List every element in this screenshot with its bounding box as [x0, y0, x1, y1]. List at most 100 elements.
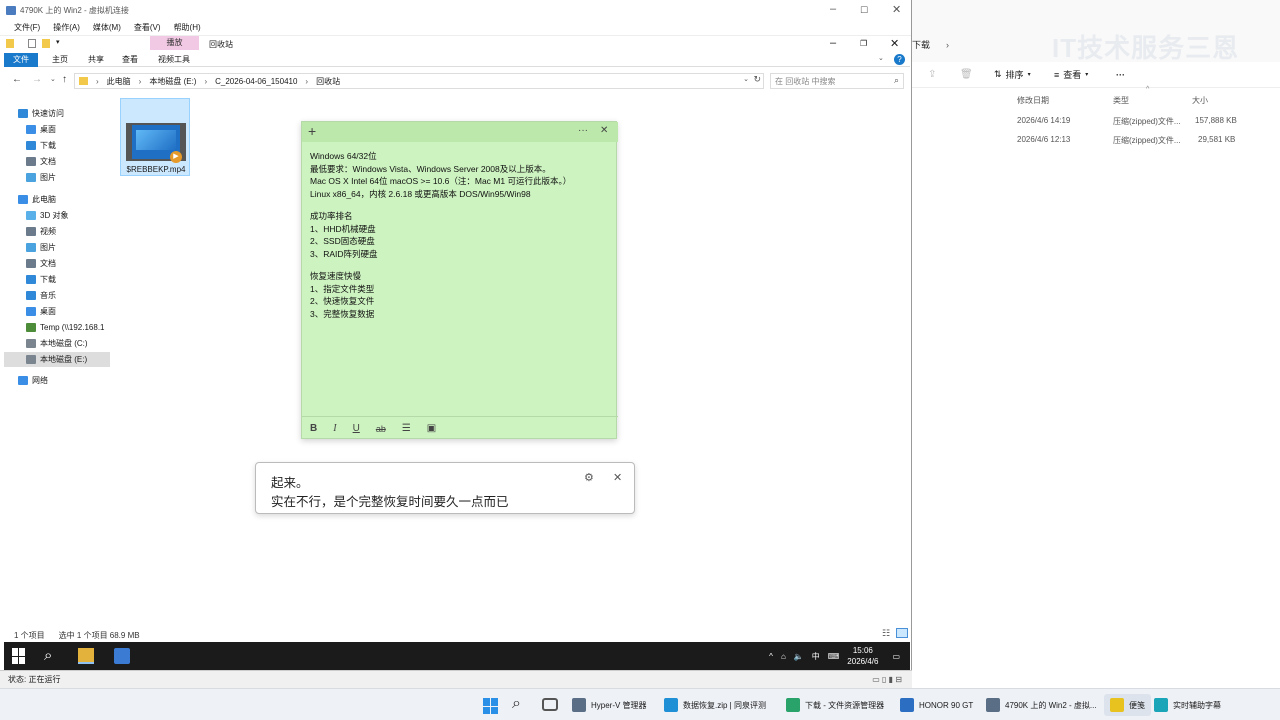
- sidebar-item[interactable]: Temp (\\192.168.1: [4, 320, 110, 335]
- file-explorer-icon[interactable]: [78, 648, 94, 664]
- tab-file[interactable]: 文件: [4, 53, 38, 67]
- sidebar-item[interactable]: 3D 对象: [4, 208, 110, 223]
- column-date[interactable]: 修改日期: [1017, 95, 1049, 106]
- start-icon[interactable]: [483, 698, 499, 714]
- column-type[interactable]: 类型: [1113, 95, 1129, 106]
- more-options-icon[interactable]: ···: [578, 125, 588, 136]
- share-icon[interactable]: ⇪: [928, 69, 936, 80]
- sort-button[interactable]: ⇅ 排序 ▾: [994, 68, 1031, 81]
- breadcrumb-this-pc[interactable]: 此电脑: [107, 76, 131, 87]
- breadcrumb-folder[interactable]: C_2026-04-06_150410: [215, 77, 297, 86]
- keyboard-icon[interactable]: ⌨: [828, 652, 840, 661]
- taskbar-item[interactable]: 4790K 上的 Win2 - 虚拟...: [986, 697, 1097, 713]
- clock[interactable]: 15:06 2026/4/6: [847, 645, 878, 667]
- close-icon[interactable]: ✕: [613, 471, 622, 484]
- new-folder-icon[interactable]: [42, 39, 50, 48]
- search-icon[interactable]: ⌕: [44, 648, 60, 664]
- column-size[interactable]: 大小: [1192, 95, 1208, 106]
- tab-view[interactable]: 查看: [118, 53, 142, 67]
- menu-media[interactable]: 媒体(M): [93, 22, 121, 33]
- close-button[interactable]: ✕: [890, 37, 899, 50]
- italic-button[interactable]: I: [333, 423, 336, 434]
- taskbar-item[interactable]: HONOR 90 GT: [900, 697, 973, 713]
- underline-button[interactable]: U: [353, 423, 360, 434]
- more-button[interactable]: ···: [1116, 70, 1125, 80]
- strikethrough-button[interactable]: ab: [376, 424, 386, 434]
- network-icon[interactable]: ⌂: [781, 652, 786, 661]
- search-icon[interactable]: ⌕: [512, 695, 521, 713]
- sidebar-item[interactable]: 此电脑: [4, 192, 110, 207]
- refresh-icon[interactable]: ↻: [753, 74, 761, 85]
- sidebar-item[interactable]: 下载: [4, 138, 110, 153]
- taskbar-item[interactable]: 数据恢复.zip | 同泉评测: [664, 697, 766, 713]
- tab-video-tools[interactable]: 视频工具: [154, 53, 194, 67]
- notification-icon[interactable]: ▭: [892, 652, 900, 661]
- breadcrumb-recycle-bin[interactable]: 回收站: [316, 76, 340, 87]
- search-input[interactable]: 在 回收站 中搜索 ⌕: [770, 73, 904, 89]
- table-row[interactable]: 2026/4/6 12:13 压缩(zipped)文件... 29,581 KB: [912, 132, 1280, 150]
- breadcrumb-drive-e[interactable]: 本地磁盘 (E:): [149, 76, 196, 87]
- ime-indicator[interactable]: 中: [812, 651, 820, 662]
- sidebar-item[interactable]: 文档: [4, 154, 110, 169]
- taskbar-item[interactable]: 实时辅助字幕: [1154, 697, 1221, 713]
- sidebar-item[interactable]: 音乐: [4, 288, 110, 303]
- recent-locations-icon[interactable]: ⌄: [50, 75, 56, 83]
- menu-file[interactable]: 文件(F): [14, 22, 40, 33]
- view-button[interactable]: ≡ 查看 ▾: [1054, 68, 1088, 81]
- tab-home[interactable]: 主页: [48, 53, 72, 67]
- properties-icon[interactable]: [28, 39, 36, 48]
- chevron-down-icon[interactable]: ⌄: [743, 75, 749, 83]
- close-button[interactable]: ✕: [892, 3, 901, 16]
- maximize-button[interactable]: ☐: [860, 5, 868, 16]
- menu-action[interactable]: 操作(A): [53, 22, 80, 33]
- restore-button[interactable]: ❐: [860, 39, 867, 48]
- table-row[interactable]: 2026/4/6 14:19 压缩(zipped)文件... 157,888 K…: [912, 113, 1280, 131]
- up-icon[interactable]: ↑: [62, 74, 67, 85]
- sidebar-item[interactable]: 图片: [4, 240, 110, 255]
- start-icon[interactable]: [12, 648, 28, 664]
- sticky-note-body[interactable]: Windows 64/32位 最低要求：Windows Vista、Windows…: [310, 150, 610, 320]
- expand-ribbon-icon[interactable]: ⌄: [878, 54, 884, 62]
- minimize-button[interactable]: –: [830, 37, 836, 49]
- minimize-button[interactable]: –: [830, 3, 836, 15]
- tab-share[interactable]: 共享: [84, 53, 108, 67]
- app-icon[interactable]: [114, 648, 130, 664]
- sidebar-item[interactable]: 本地磁盘 (C:): [4, 336, 110, 351]
- customize-toolbar-icon[interactable]: ▾: [56, 38, 60, 46]
- sidebar-item[interactable]: 本地磁盘 (E:): [4, 352, 110, 367]
- show-hidden-icons-icon[interactable]: ^: [769, 652, 773, 661]
- back-icon[interactable]: ←: [12, 74, 22, 85]
- sidebar-item[interactable]: 桌面: [4, 122, 110, 137]
- breadcrumb-downloads[interactable]: 下载: [912, 40, 930, 50]
- delete-icon[interactable]: 🗑: [960, 69, 973, 80]
- taskbar-item[interactable]: Hyper-V 管理器: [572, 697, 647, 713]
- camera-icon[interactable]: [542, 698, 558, 711]
- bold-button[interactable]: B: [310, 423, 317, 434]
- settings-icon[interactable]: ⚙: [584, 471, 594, 484]
- forward-icon[interactable]: →: [32, 74, 42, 85]
- address-bar[interactable]: › 此电脑 › 本地磁盘 (E:) › C_2026-04-06_150410 …: [74, 73, 764, 89]
- details-view-icon[interactable]: ☷: [882, 628, 890, 639]
- sidebar-item[interactable]: 网络: [4, 373, 110, 388]
- sidebar-item[interactable]: 文档: [4, 256, 110, 271]
- sticky-note[interactable]: + ··· ✕ Windows 64/32位 最低要求：Windows Vista…: [301, 121, 618, 439]
- taskbar-item[interactable]: 便笺: [1104, 694, 1151, 716]
- host-breadcrumb[interactable]: 下载 ›: [912, 38, 949, 51]
- sidebar-item[interactable]: 桌面: [4, 304, 110, 319]
- taskbar-item[interactable]: 下载 - 文件资源管理器: [786, 697, 884, 713]
- insert-image-icon[interactable]: ▣: [427, 423, 436, 434]
- sidebar-item[interactable]: 视频: [4, 224, 110, 239]
- sidebar-item[interactable]: 下载: [4, 272, 110, 287]
- context-tab-play[interactable]: 播放: [150, 36, 199, 50]
- menu-help[interactable]: 帮助(H): [174, 22, 201, 33]
- help-icon[interactable]: ?: [894, 54, 905, 65]
- large-icons-view-icon[interactable]: [896, 628, 908, 638]
- add-note-icon[interactable]: +: [308, 123, 316, 139]
- sidebar-item[interactable]: 快速访问: [4, 106, 110, 121]
- sidebar-item[interactable]: 图片: [4, 170, 110, 185]
- close-icon[interactable]: ✕: [600, 125, 608, 136]
- volume-icon[interactable]: 🔈: [794, 652, 804, 661]
- menu-view[interactable]: 查看(V): [134, 22, 161, 33]
- bullet-list-icon[interactable]: ☰: [402, 423, 411, 434]
- file-item[interactable]: ▶ $REBBEKP.mp4: [120, 98, 190, 176]
